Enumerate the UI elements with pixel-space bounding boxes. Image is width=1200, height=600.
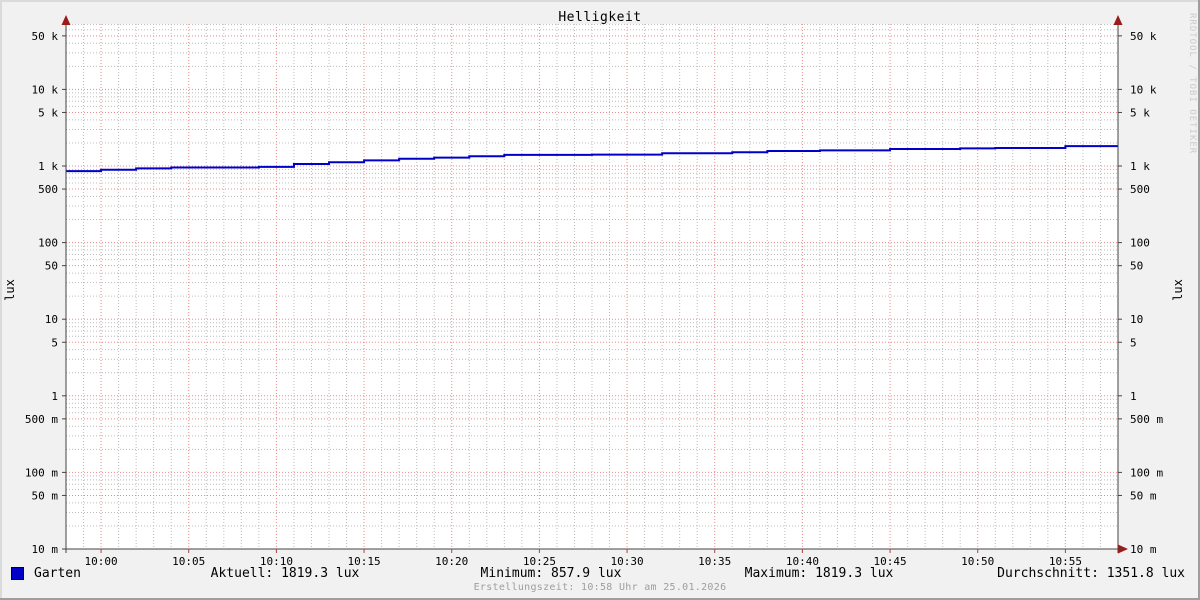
svg-text:50: 50 — [45, 260, 58, 273]
svg-text:50 k: 50 k — [32, 30, 59, 43]
legend-color-swatch — [11, 567, 24, 580]
stat-maximum: Maximum: 1819.3 lux — [744, 566, 894, 581]
svg-text:500 m: 500 m — [1130, 413, 1163, 426]
chart-canvas: 50 k 50 k 10 k 10 k 5 k 5 k 1 k 1 k 500 500 100 100… — [25, 15, 1163, 568]
svg-text:10 m: 10 m — [1130, 543, 1157, 556]
svg-text:100 m: 100 m — [25, 466, 58, 479]
svg-text:5: 5 — [51, 336, 58, 349]
svg-text:100: 100 — [38, 237, 58, 250]
svg-text:500: 500 — [1130, 183, 1150, 196]
svg-text:1 k: 1 k — [38, 160, 58, 173]
rrdtool-graph-panel: 50 k 50 k 10 k 10 k 5 k 5 k 1 k 1 k 500 500 100 100… — [0, 0, 1200, 600]
svg-text:10 k: 10 k — [32, 83, 59, 96]
legend-row: Garten Aktuell: 1819.3 lux Minimum: 857.… — [0, 566, 1200, 581]
svg-text:1: 1 — [1130, 390, 1137, 403]
svg-text:500: 500 — [38, 183, 58, 196]
svg-text:500 m: 500 m — [25, 413, 58, 426]
svg-text:1 k: 1 k — [1130, 160, 1150, 173]
svg-text:100: 100 — [1130, 237, 1150, 250]
svg-text:10 k: 10 k — [1130, 83, 1157, 96]
chart-title: Helligkeit — [558, 10, 642, 25]
stat-aktuell: Aktuell: 1819.3 lux — [210, 566, 360, 581]
stat-durchschnitt: Durchschnitt: 1351.8 lux — [997, 566, 1185, 581]
svg-text:5: 5 — [1130, 336, 1137, 349]
creation-timestamp: Erstellungszeit: 10:58 Uhr am 25.01.2026 — [473, 582, 727, 593]
svg-text:5 k: 5 k — [1130, 106, 1150, 119]
svg-text:50 m: 50 m — [1130, 489, 1157, 502]
stat-minimum: Minimum: 857.9 lux — [480, 566, 622, 581]
rrdtool-watermark: RRDTOOL / TOBI OETIKER — [1187, 13, 1197, 155]
svg-text:1: 1 — [51, 390, 58, 403]
svg-text:50: 50 — [1130, 260, 1143, 273]
svg-text:10: 10 — [1130, 313, 1143, 326]
legend-series-label: Garten — [34, 566, 81, 581]
svg-text:50 k: 50 k — [1130, 30, 1157, 43]
svg-text:100 m: 100 m — [1130, 466, 1163, 479]
svg-text:50 m: 50 m — [32, 489, 59, 502]
y-axis-unit-left: lux — [3, 279, 17, 301]
svg-text:10: 10 — [45, 313, 58, 326]
svg-text:5 k: 5 k — [38, 106, 58, 119]
y-axis-unit-right: lux — [1171, 279, 1185, 301]
svg-text:10 m: 10 m — [32, 543, 59, 556]
